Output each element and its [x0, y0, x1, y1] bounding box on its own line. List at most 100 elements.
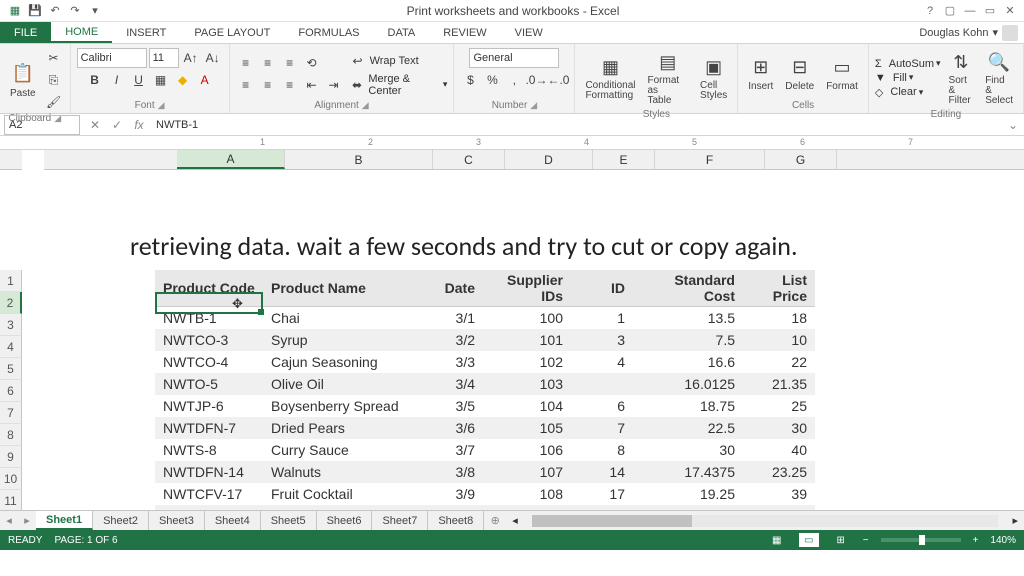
cell[interactable]: 18	[743, 307, 815, 329]
comma-icon[interactable]: ,	[504, 70, 524, 90]
cell[interactable]: NWTDFN-7	[155, 417, 263, 439]
sheet-nav-next-icon[interactable]: ▸	[18, 511, 36, 530]
row-header[interactable]: 1	[0, 270, 22, 292]
conditional-formatting-button[interactable]: ▦Conditional Formatting	[581, 53, 639, 103]
cell[interactable]: 7.5	[633, 329, 743, 351]
close-icon[interactable]: ✕	[1002, 3, 1018, 19]
tab-view[interactable]: VIEW	[501, 22, 557, 43]
zoom-slider[interactable]	[881, 538, 961, 542]
row-header[interactable]: 11	[0, 490, 22, 510]
cell[interactable]: 3/10	[411, 505, 483, 511]
paste-button[interactable]: 📋 Paste	[6, 60, 40, 101]
percent-icon[interactable]: %	[482, 70, 502, 90]
cell[interactable]: 17	[571, 483, 633, 505]
cell[interactable]: Biscuits Mix	[263, 505, 411, 511]
format-as-table-button[interactable]: ▤Format as Table	[644, 48, 693, 108]
col-header-g[interactable]: G	[765, 150, 837, 169]
column-header-cell[interactable]: Product Code	[155, 270, 263, 307]
cell[interactable]: 16.0125	[633, 373, 743, 395]
row-header[interactable]: 7	[0, 402, 22, 424]
sheet-tab[interactable]: Sheet7	[372, 511, 428, 530]
cell[interactable]: 30	[633, 439, 743, 461]
dialog-launcher-icon[interactable]: ◢	[362, 100, 369, 110]
cell[interactable]: 23.25	[743, 461, 815, 483]
cell[interactable]: 17.4375	[633, 461, 743, 483]
cell[interactable]: Curry Sauce	[263, 439, 411, 461]
cell[interactable]: 39	[743, 483, 815, 505]
select-all-corner[interactable]	[0, 150, 22, 170]
table-row[interactable]: NWTS-8Curry Sauce3/710683040	[155, 439, 815, 461]
cut-icon[interactable]: ✂	[44, 48, 64, 68]
autosum-button[interactable]: Σ AutoSum▾	[875, 58, 941, 70]
cancel-formula-icon[interactable]: ✕	[84, 115, 106, 135]
cell[interactable]: 18.75	[633, 395, 743, 417]
add-sheet-icon[interactable]: ⊕	[484, 511, 506, 530]
cell[interactable]: 22.5	[633, 417, 743, 439]
cell[interactable]	[571, 373, 633, 395]
cell[interactable]: 9.2	[743, 505, 815, 511]
page-layout-view-icon[interactable]: ▭	[799, 533, 819, 547]
table-row[interactable]: NWTDFN-14Walnuts3/81071417.437523.25	[155, 461, 815, 483]
zoom-out-icon[interactable]: −	[863, 535, 869, 546]
cell[interactable]: 30	[743, 417, 815, 439]
cell[interactable]: 3/1	[411, 307, 483, 329]
wrap-text-button[interactable]: ↩Wrap Text	[348, 51, 448, 71]
cell[interactable]: 19.25	[633, 483, 743, 505]
cell[interactable]: NWTCO-3	[155, 329, 263, 351]
table-row[interactable]: NWTCFV-17Fruit Cocktail3/91081719.2539	[155, 483, 815, 505]
decrease-font-icon[interactable]: A↓	[203, 48, 223, 68]
enter-formula-icon[interactable]: ✓	[106, 115, 128, 135]
cell[interactable]: 100	[483, 307, 571, 329]
cell[interactable]: Fruit Cocktail	[263, 483, 411, 505]
merge-center-button[interactable]: ⬌Merge & Center▾	[348, 73, 448, 97]
cell[interactable]: 3/9	[411, 483, 483, 505]
increase-font-icon[interactable]: A↑	[181, 48, 201, 68]
zoom-level[interactable]: 140%	[990, 535, 1016, 546]
normal-view-icon[interactable]: ▦	[767, 533, 787, 547]
cell[interactable]: Walnuts	[263, 461, 411, 483]
column-header-cell[interactable]: Date	[411, 270, 483, 307]
cell[interactable]: 104	[483, 395, 571, 417]
sheet-tab[interactable]: Sheet3	[149, 511, 205, 530]
align-middle-icon[interactable]: ≡	[258, 53, 278, 73]
bold-icon[interactable]: B	[85, 70, 105, 90]
row-header[interactable]: 5	[0, 358, 22, 380]
sheet-tab[interactable]: Sheet5	[261, 511, 317, 530]
align-center-icon[interactable]: ≡	[258, 75, 278, 95]
cell[interactable]: 3	[571, 329, 633, 351]
column-header-cell[interactable]: Standard Cost	[633, 270, 743, 307]
ribbon-options-icon[interactable]: ▢	[942, 3, 958, 19]
copy-icon[interactable]: ⎘	[44, 70, 64, 90]
scroll-left-icon[interactable]: ◂	[512, 514, 518, 527]
column-header-cell[interactable]: List Price	[743, 270, 815, 307]
worksheet-grid[interactable]: retrieving data. wait a few seconds and …	[0, 170, 1024, 510]
row-header[interactable]: 10	[0, 468, 22, 490]
expand-formula-icon[interactable]: ⌄	[1002, 115, 1024, 135]
table-row[interactable]: NWTB-1Chai3/1100113.518	[155, 307, 815, 329]
name-box[interactable]: A2	[4, 115, 80, 135]
row-header[interactable]: 4	[0, 336, 22, 358]
column-header-cell[interactable]: Product Name	[263, 270, 411, 307]
col-header-e[interactable]: E	[593, 150, 655, 169]
cell[interactable]: 108	[483, 483, 571, 505]
table-row[interactable]: NWTCO-4Cajun Seasoning3/3102416.622	[155, 351, 815, 373]
sort-filter-button[interactable]: ⇅Sort & Filter	[945, 48, 978, 108]
cell[interactable]: NWTCO-4	[155, 351, 263, 373]
cell[interactable]: 1	[571, 307, 633, 329]
cell[interactable]: 106	[483, 439, 571, 461]
horizontal-scrollbar[interactable]: ◂ ▸	[506, 511, 1024, 530]
page-break-view-icon[interactable]: ⊞	[831, 533, 851, 547]
sheet-tab[interactable]: Sheet1	[36, 511, 93, 530]
sheet-tab[interactable]: Sheet8	[428, 511, 484, 530]
cell[interactable]: NWTB-1	[155, 307, 263, 329]
italic-icon[interactable]: I	[107, 70, 127, 90]
currency-icon[interactable]: $	[460, 70, 480, 90]
find-select-button[interactable]: 🔍Find & Select	[981, 48, 1017, 108]
cell[interactable]: 3/7	[411, 439, 483, 461]
table-row[interactable]: NWTO-5Olive Oil3/410316.012521.35	[155, 373, 815, 395]
cell[interactable]: 19	[571, 505, 633, 511]
cell[interactable]: 3/3	[411, 351, 483, 373]
cell[interactable]: 3/8	[411, 461, 483, 483]
cell[interactable]: NWTBGM-19	[155, 505, 263, 511]
row-header[interactable]: 6	[0, 380, 22, 402]
